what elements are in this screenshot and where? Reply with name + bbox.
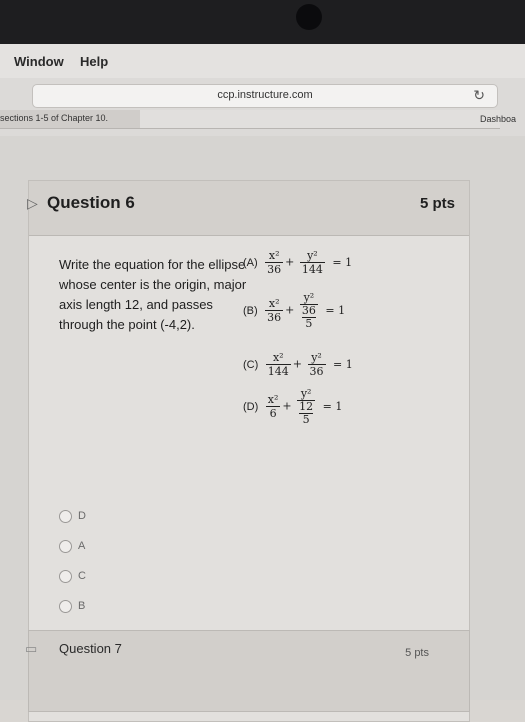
- option-b-x2: x²: [265, 297, 284, 311]
- tab-sections[interactable]: sections 1-5 of Chapter 10.: [0, 110, 140, 129]
- option-c-label: (C): [243, 358, 259, 371]
- option-a-x2: x²: [265, 249, 284, 263]
- option-a-y2: y²: [299, 249, 325, 263]
- question-6-header: ▷ Question 6 5 pts: [27, 181, 469, 236]
- option-b-formula: (B) x² 36 + y² 36 5 = 1: [243, 291, 346, 330]
- camera-icon: [296, 4, 322, 30]
- answer-label: B: [78, 600, 86, 612]
- address-bar[interactable]: ccp.instructure.com ↻: [32, 84, 498, 108]
- option-d-y2: y²: [297, 387, 316, 401]
- reload-icon[interactable]: ↻: [473, 87, 485, 104]
- option-b-label: (B): [243, 304, 258, 317]
- option-d-d2d: 5: [302, 413, 310, 426]
- option-c-rhs: = 1: [333, 357, 353, 371]
- option-d-formula: (D) x² 6 + y² 12 5 = 1: [243, 387, 343, 426]
- option-b-y2: y²: [299, 291, 318, 305]
- flag-icon[interactable]: ▷: [27, 195, 38, 212]
- option-a-formula: (A) x² 36 + y² 144 = 1: [243, 249, 353, 276]
- tab-blank[interactable]: [140, 110, 500, 129]
- question-7-points: 5 pts: [405, 647, 429, 659]
- option-a-d1: 36: [267, 263, 282, 276]
- menu-window[interactable]: Window: [14, 54, 64, 69]
- option-d-d1: 6: [269, 407, 277, 420]
- radio-button[interactable]: [59, 569, 72, 583]
- menu-help[interactable]: Help: [80, 54, 108, 69]
- quiz-page: ▷ Question 6 5 pts Write the equation fo…: [0, 136, 525, 722]
- question-6-prompt: Write the equation for the ellipse whose…: [59, 257, 247, 332]
- answer-choice-b[interactable]: B: [59, 591, 86, 621]
- option-a-rhs: = 1: [332, 255, 353, 269]
- answer-label: D: [78, 510, 86, 522]
- question-7-title: Question 7: [59, 641, 122, 656]
- option-a-label: (A): [243, 256, 258, 269]
- option-b-rhs: = 1: [325, 303, 346, 317]
- answer-label: C: [78, 570, 86, 582]
- radio-button[interactable]: [59, 509, 72, 523]
- browser-chrome: ccp.instructure.com ↻ sections 1-5 of Ch…: [0, 78, 525, 136]
- answer-label: A: [78, 540, 86, 552]
- radio-button[interactable]: [59, 599, 72, 613]
- menu-bar: Window Help: [0, 44, 525, 79]
- answer-choice-c[interactable]: C: [59, 561, 86, 591]
- device-bezel: [0, 0, 525, 44]
- option-b-d2d: 5: [305, 317, 313, 330]
- question-6-title: Question 6: [47, 193, 135, 212]
- tab-dashboard[interactable]: Dashboa: [480, 114, 516, 124]
- radio-button[interactable]: [59, 539, 72, 553]
- option-c-formula: (C) x² 144 + y² 36 = 1: [243, 351, 353, 378]
- url-text: ccp.instructure.com: [217, 89, 313, 101]
- answer-choice-a[interactable]: A: [59, 531, 86, 561]
- option-c-x2: x²: [265, 351, 291, 365]
- tab-sections-label: sections 1-5 of Chapter 10.: [0, 113, 109, 123]
- flag-icon[interactable]: ▭: [25, 641, 37, 657]
- option-d-label: (D): [243, 400, 259, 413]
- option-b-d1: 36: [267, 311, 282, 324]
- option-c-d1: 144: [267, 365, 289, 378]
- answer-choice-d[interactable]: D: [59, 501, 86, 531]
- answer-choices: D A C B: [59, 501, 86, 621]
- option-d-x2: x²: [265, 393, 281, 407]
- option-d-rhs: = 1: [322, 399, 343, 413]
- question-6-points: 5 pts: [419, 195, 455, 212]
- option-c-y2: y²: [307, 351, 326, 365]
- option-c-d2: 36: [309, 365, 324, 378]
- option-a-d2: 144: [301, 263, 323, 276]
